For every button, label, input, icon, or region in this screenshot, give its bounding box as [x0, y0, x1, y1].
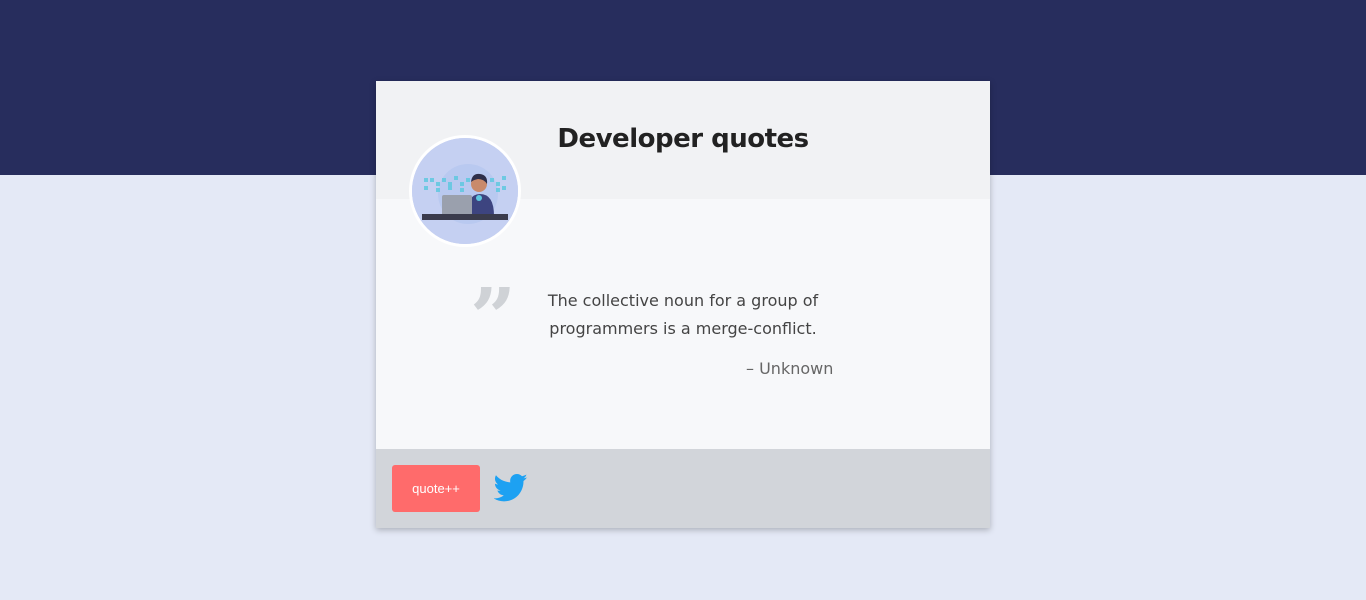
twitter-icon — [493, 473, 528, 502]
quote-text: The collective noun for a group of progr… — [547, 291, 819, 338]
new-quote-button[interactable]: quote++ — [392, 465, 480, 512]
tweet-quote-link[interactable] — [493, 473, 528, 503]
quote-author: – Unknown — [746, 359, 834, 378]
quote-body: ” The collective noun for a group of pro… — [376, 199, 990, 449]
page: Developer quotes ” The collective noun f… — [0, 0, 1366, 600]
quote-card: Developer quotes ” The collective noun f… — [376, 81, 990, 528]
card-footer: quote++ — [376, 449, 990, 528]
page-title-text: Developer quotes — [557, 124, 809, 154]
